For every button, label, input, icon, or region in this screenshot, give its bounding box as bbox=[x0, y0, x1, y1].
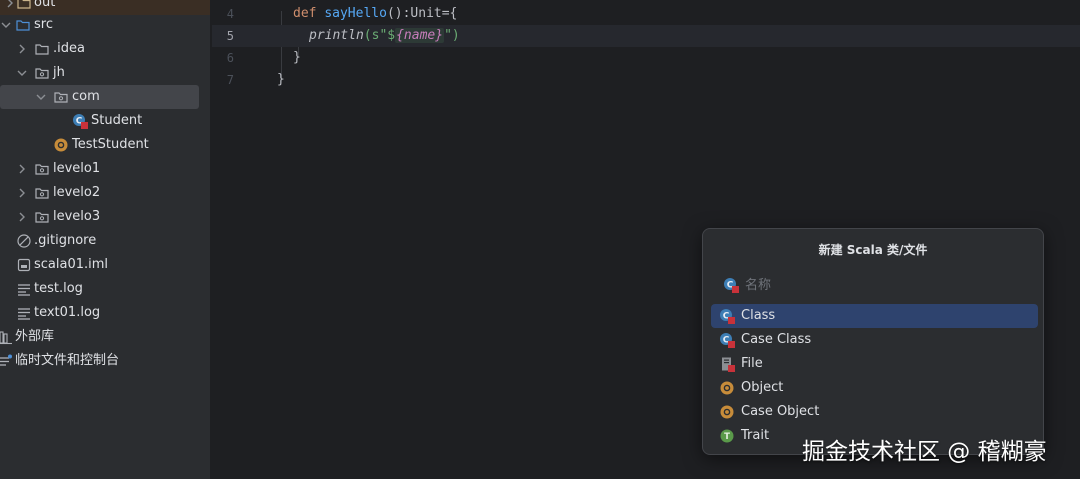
package-icon bbox=[34, 161, 50, 177]
ignored-file-icon bbox=[16, 233, 32, 249]
watermark: 掘金技术社区 @ 稽糊豪 bbox=[802, 439, 1047, 465]
tree-item-label: jh bbox=[53, 65, 65, 80]
chevron-right-icon[interactable] bbox=[16, 43, 28, 55]
tree-item-text01-log[interactable]: text01.log bbox=[0, 301, 210, 325]
code-string-close: ") bbox=[444, 28, 460, 43]
option-label: Object bbox=[741, 380, 784, 395]
package-icon bbox=[34, 65, 50, 81]
code-text: println(s"${name}") bbox=[309, 25, 460, 47]
tree-item-external-libraries[interactable]: 外部库 bbox=[0, 325, 210, 349]
tree-item-jh[interactable]: jh bbox=[0, 61, 210, 85]
project-tree: out src .idea jh com C Student TestStude… bbox=[0, 0, 211, 479]
chevron-right-icon[interactable] bbox=[16, 187, 28, 199]
scala-class-icon: C bbox=[723, 277, 739, 293]
tree-item-test-log[interactable]: test.log bbox=[0, 277, 210, 301]
code-line[interactable]: 7 } bbox=[212, 69, 1080, 91]
tree-item-label: test.log bbox=[34, 281, 83, 296]
folder-icon bbox=[16, 0, 32, 11]
option-case-object[interactable]: Case Object bbox=[711, 400, 1038, 424]
library-icon bbox=[0, 329, 13, 345]
code-text: def sayHello():Unit={ bbox=[293, 3, 457, 25]
code-string-open: (s"$ bbox=[363, 28, 396, 43]
text-file-icon bbox=[16, 305, 32, 321]
code-line[interactable]: 4 def sayHello():Unit={ bbox=[212, 3, 1080, 25]
tree-item-teststudent[interactable]: TestStudent bbox=[0, 133, 210, 157]
code-text: } bbox=[293, 50, 301, 65]
tree-item-label: src bbox=[34, 17, 53, 32]
chevron-right-icon[interactable] bbox=[16, 211, 28, 223]
chevron-down-icon[interactable] bbox=[35, 91, 47, 103]
option-object[interactable]: Object bbox=[711, 376, 1038, 400]
tree-item-label: levelo3 bbox=[53, 209, 101, 224]
new-scala-class-dialog: 新建 Scala 类/文件 C C Class C Case Class Fil… bbox=[702, 228, 1044, 455]
option-file[interactable]: File bbox=[711, 352, 1038, 376]
source-folder-icon bbox=[15, 17, 31, 33]
tree-item-label: .idea bbox=[53, 41, 85, 56]
dialog-title: 新建 Scala 类/文件 bbox=[818, 243, 928, 257]
tree-item-scala01-iml[interactable]: scala01.iml bbox=[0, 253, 210, 277]
tree-item-label: Student bbox=[91, 113, 143, 128]
line-number: 6 bbox=[226, 51, 234, 65]
text-file-icon bbox=[16, 281, 32, 297]
option-class[interactable]: C Class bbox=[711, 304, 1038, 328]
tree-item-com[interactable]: com bbox=[0, 85, 199, 109]
line-number: 5 bbox=[226, 29, 234, 43]
tree-item-levelo1[interactable]: levelo1 bbox=[0, 157, 210, 181]
package-icon bbox=[53, 89, 69, 105]
tree-item-label: scala01.iml bbox=[34, 257, 109, 272]
name-field[interactable]: C bbox=[723, 275, 1025, 295]
scala-file-icon bbox=[719, 356, 735, 372]
module-file-icon bbox=[16, 257, 32, 273]
tree-item-label: com bbox=[72, 89, 100, 104]
code-text: } bbox=[277, 72, 285, 87]
tree-item-levelo2[interactable]: levelo2 bbox=[0, 181, 210, 205]
option-label: Case Object bbox=[741, 404, 820, 419]
tree-item-label: text01.log bbox=[34, 305, 101, 320]
chevron-right-icon[interactable] bbox=[16, 163, 28, 175]
line-number: 4 bbox=[226, 7, 234, 21]
code-interpolation: {name} bbox=[395, 28, 445, 43]
scala-class-icon: C bbox=[72, 113, 88, 129]
chevron-down-icon[interactable] bbox=[16, 67, 28, 79]
chevron-down-icon[interactable] bbox=[0, 19, 12, 31]
scala-object-icon bbox=[719, 380, 735, 396]
tree-item-idea[interactable]: .idea bbox=[0, 37, 210, 61]
code-line-current[interactable]: 5 println(s"${name}") bbox=[212, 25, 1080, 47]
scala-case-object-icon bbox=[719, 404, 735, 420]
chevron-right-icon[interactable] bbox=[4, 0, 16, 9]
option-label: Trait bbox=[741, 428, 770, 443]
code-call: println bbox=[309, 28, 364, 43]
code-function-name: sayHello bbox=[324, 6, 387, 21]
tree-item-label: TestStudent bbox=[72, 137, 149, 152]
option-label: File bbox=[741, 356, 763, 371]
tree-item-label: 临时文件和控制台 bbox=[15, 353, 120, 368]
tree-item-gitignore[interactable]: .gitignore bbox=[0, 229, 210, 253]
tree-item-student[interactable]: C Student bbox=[0, 109, 210, 133]
code-signature: ():Unit={ bbox=[386, 6, 458, 21]
option-case-class[interactable]: C Case Class bbox=[711, 328, 1038, 352]
tree-item-label: .gitignore bbox=[34, 233, 97, 248]
package-icon bbox=[34, 185, 50, 201]
tree-item-label: levelo1 bbox=[53, 161, 101, 176]
code-keyword: def bbox=[293, 6, 317, 21]
folder-icon bbox=[34, 41, 50, 57]
name-input[interactable] bbox=[745, 275, 1025, 295]
tree-item-label: levelo2 bbox=[53, 185, 101, 200]
line-number: 7 bbox=[226, 73, 234, 87]
tree-item-levelo3[interactable]: levelo3 bbox=[0, 205, 210, 229]
tree-item-src[interactable]: src bbox=[0, 13, 210, 37]
scala-case-class-icon: C bbox=[719, 332, 735, 348]
svg-text:T: T bbox=[724, 432, 730, 442]
scala-class-icon: C bbox=[719, 308, 735, 324]
scala-trait-icon: T bbox=[719, 428, 735, 444]
scala-object-icon bbox=[53, 137, 69, 153]
code-line[interactable]: 6 } bbox=[212, 47, 1080, 69]
scratches-icon bbox=[0, 353, 13, 369]
option-label: Case Class bbox=[741, 332, 812, 347]
tree-item-label: 外部库 bbox=[15, 329, 55, 344]
package-icon bbox=[34, 209, 50, 225]
tree-item-scratches[interactable]: 临时文件和控制台 bbox=[0, 349, 210, 373]
option-label: Class bbox=[741, 308, 776, 323]
